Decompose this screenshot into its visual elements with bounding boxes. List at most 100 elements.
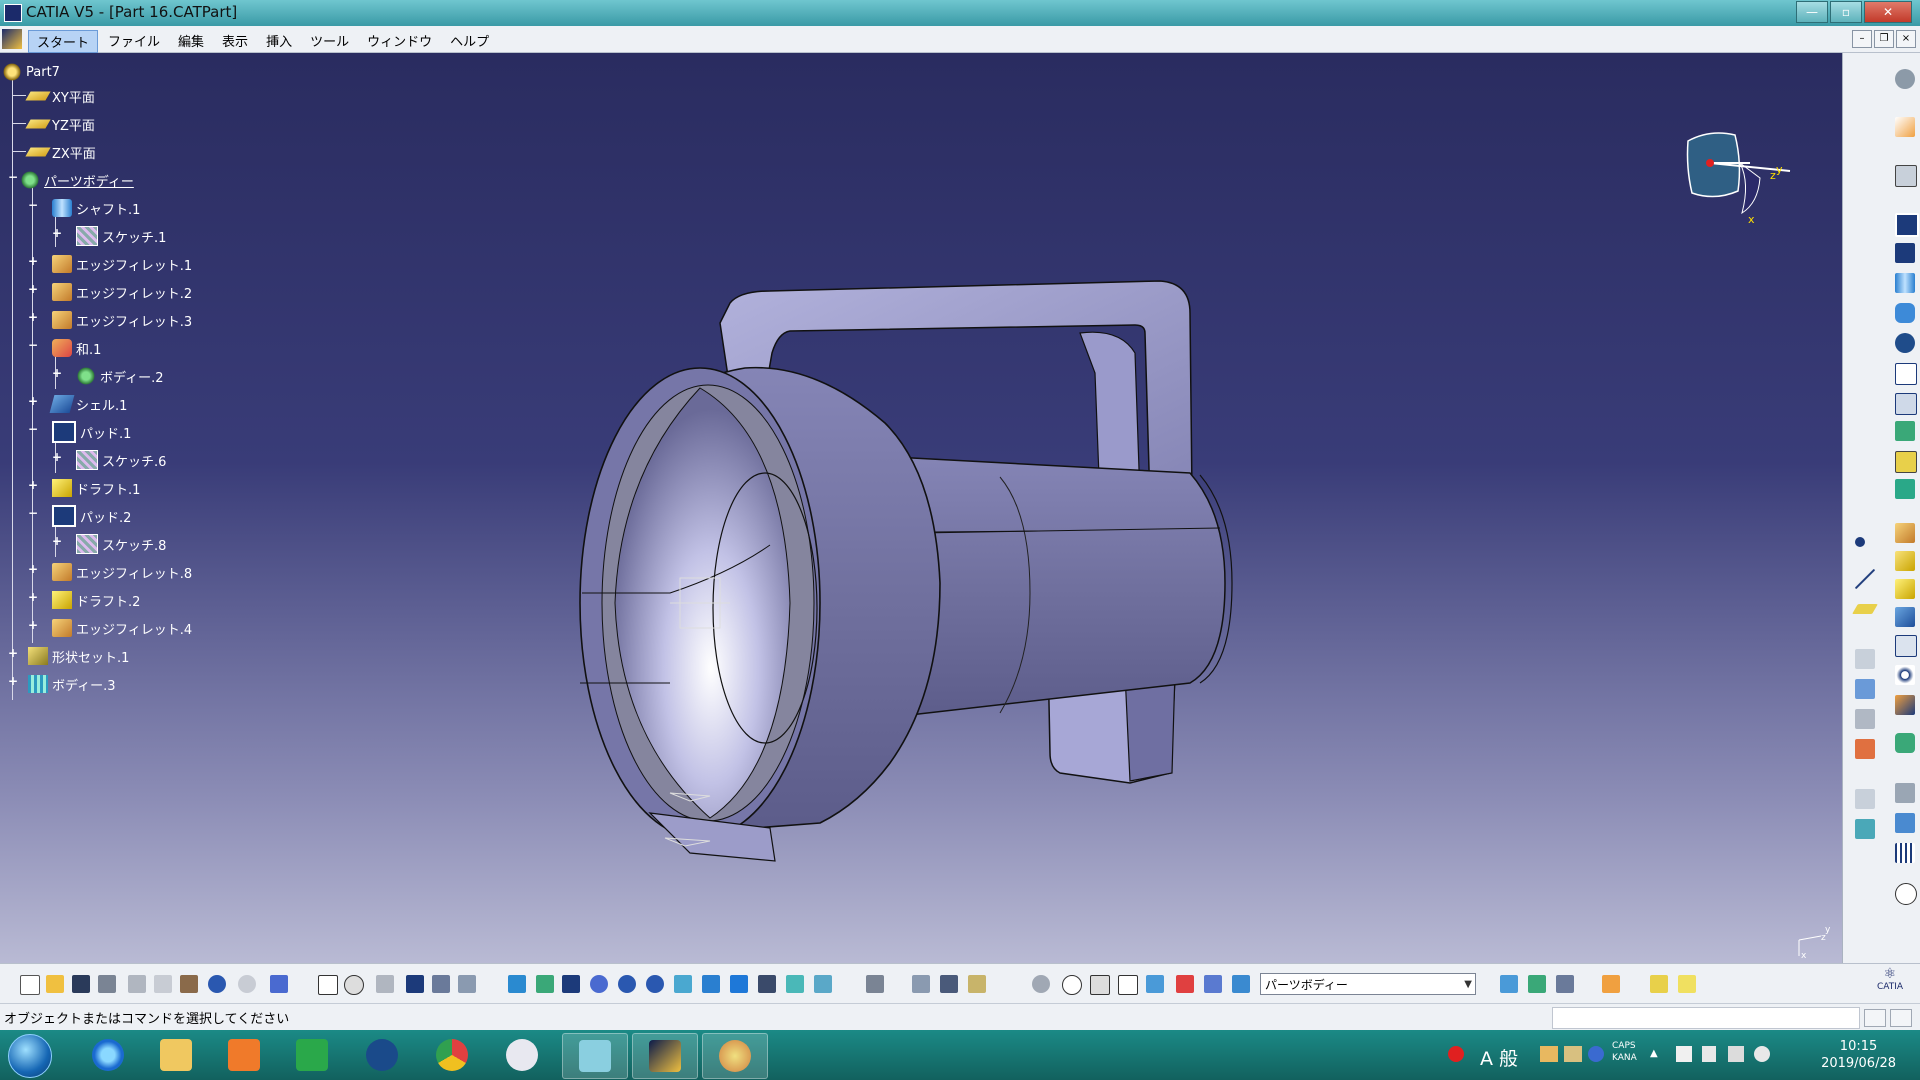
command-input[interactable] [1552, 1007, 1860, 1029]
collapse-icon[interactable]: − [28, 339, 38, 351]
thickness-icon[interactable] [1895, 635, 1917, 657]
axis-icon[interactable] [1090, 975, 1110, 995]
catia-app-icon[interactable] [2, 29, 22, 49]
tree-root[interactable]: Part7 [2, 61, 60, 83]
taskbar-snipping-tool[interactable] [490, 1033, 554, 1077]
ref-line-icon[interactable] [1855, 569, 1875, 589]
shading-icon[interactable] [758, 975, 776, 993]
pan-icon[interactable] [562, 975, 580, 993]
print-icon[interactable] [98, 975, 116, 993]
clock[interactable]: 10:15 2019/06/28 [1821, 1038, 1896, 1072]
status-button-2[interactable] [1890, 1009, 1912, 1027]
save-icon[interactable] [72, 975, 90, 993]
expand-icon[interactable]: + [52, 451, 62, 463]
menu-file[interactable]: ファイル [100, 30, 168, 53]
cut-icon[interactable] [128, 975, 146, 993]
insert-body-icon[interactable] [1500, 975, 1518, 993]
tree-item-pad-1[interactable]: パッド.1 [52, 421, 131, 443]
analysis-icon[interactable] [1855, 819, 1875, 839]
paste-icon[interactable] [180, 975, 198, 993]
rib-icon[interactable] [1895, 363, 1917, 385]
expand-icon[interactable]: + [52, 535, 62, 547]
doc-minimize-button[interactable]: – [1852, 30, 1872, 48]
3d-viewport[interactable]: Part7 XY平面 YZ平面 ZX平面 − パーツボディー − シャフト.1 … [0, 53, 1842, 963]
fit-all-icon[interactable] [536, 975, 554, 993]
expand-icon[interactable]: + [28, 283, 38, 295]
tree-item-shaft-1[interactable]: シャフト.1 [52, 197, 140, 219]
collapse-icon[interactable]: − [28, 199, 38, 211]
apply-material-toolbar-icon[interactable] [912, 975, 930, 993]
taskbar-paint[interactable] [702, 1033, 768, 1079]
grid-icon[interactable] [406, 975, 424, 993]
status-button-1[interactable] [1864, 1009, 1886, 1027]
normal-view-icon[interactable] [674, 975, 692, 993]
menu-insert[interactable]: 挿入 [258, 30, 300, 53]
doc-restore-button[interactable]: ❐ [1874, 30, 1894, 48]
expand-icon[interactable]: + [28, 591, 38, 603]
tree-item-sketch-1[interactable]: スケッチ.1 [76, 225, 166, 247]
tree-item-edge-fillet-4[interactable]: エッジフィレット.4 [52, 617, 192, 639]
part-model[interactable] [560, 213, 1260, 873]
minimize-button[interactable]: — [1796, 1, 1828, 23]
taskbar-media-player[interactable] [212, 1033, 276, 1077]
body-insert-icon[interactable] [1650, 975, 1668, 993]
tree-item-part-body[interactable]: パーツボディー [20, 169, 134, 191]
expand-icon[interactable]: + [28, 255, 38, 267]
tree-item-edge-fillet-2[interactable]: エッジフィレット.2 [52, 281, 192, 303]
expand-icon[interactable]: + [52, 227, 62, 239]
ime-indicator[interactable]: A 般 [1480, 1044, 1518, 1071]
pattern-icon[interactable] [1895, 843, 1915, 863]
open-folder-icon[interactable] [46, 975, 64, 993]
annotation-icon[interactable] [1855, 649, 1875, 669]
publish-icon[interactable] [940, 975, 958, 993]
tree-item-body-2[interactable]: ボディー.2 [76, 365, 164, 387]
menu-edit[interactable]: 編集 [170, 30, 212, 53]
expand-icon[interactable]: + [28, 395, 38, 407]
measure-icon[interactable] [1895, 695, 1915, 715]
translate-icon[interactable] [1895, 783, 1915, 803]
alert-icon[interactable] [1448, 1046, 1464, 1062]
tree-item-edge-fillet-3[interactable]: エッジフィレット.3 [52, 309, 192, 331]
shaft-icon[interactable] [1895, 273, 1915, 293]
draft-icon[interactable] [1895, 579, 1915, 599]
hybrid-body-icon[interactable] [1556, 975, 1574, 993]
taskbar-internet-explorer[interactable] [76, 1033, 140, 1077]
catia-window-icon[interactable] [4, 4, 22, 22]
remove-loft-icon[interactable] [1895, 479, 1915, 499]
pocket-icon[interactable] [1895, 243, 1915, 263]
collapse-icon[interactable]: − [28, 507, 38, 519]
tree-item-xy-plane[interactable]: XY平面 [25, 85, 95, 107]
axis-system-icon[interactable] [1855, 679, 1875, 699]
tree-item-sketch-6[interactable]: スケッチ.6 [76, 449, 166, 471]
ref-point-icon[interactable] [1855, 537, 1865, 547]
scan-icon[interactable] [1855, 739, 1875, 759]
redo-icon[interactable] [238, 975, 256, 993]
show-hidden-icons-icon[interactable]: ▲ [1650, 1048, 1658, 1059]
expand-icon[interactable]: + [28, 311, 38, 323]
measure-item-icon[interactable] [968, 975, 986, 993]
expand-icon[interactable]: + [28, 479, 38, 491]
expand-icon[interactable]: + [8, 647, 18, 659]
geometric-set-icon[interactable] [1528, 975, 1546, 993]
zoom-out-icon[interactable] [646, 975, 664, 993]
ime-dictionary-icon[interactable] [1540, 1046, 1558, 1062]
fly-mode-icon[interactable] [508, 975, 526, 993]
list-icon[interactable] [1204, 975, 1222, 993]
pad-icon[interactable] [1895, 213, 1919, 237]
swap-space-icon[interactable] [814, 975, 832, 993]
undo-icon[interactable] [208, 975, 226, 993]
tree-item-geometrical-set-1[interactable]: 形状セット.1 [28, 645, 129, 667]
copy-icon[interactable] [154, 975, 172, 993]
body-in-work-icon[interactable] [1146, 975, 1164, 993]
taskbar-notepad-app[interactable] [562, 1033, 628, 1079]
tree-item-zx-plane[interactable]: ZX平面 [25, 141, 96, 163]
action-center-icon[interactable] [1676, 1046, 1692, 1062]
stiffener-icon[interactable] [1895, 421, 1915, 441]
new-file-icon[interactable] [20, 975, 40, 995]
zoom-in-icon[interactable] [618, 975, 636, 993]
design-table-icon[interactable] [376, 975, 394, 993]
hand-icon[interactable] [1062, 975, 1082, 995]
tree-item-edge-fillet-1[interactable]: エッジフィレット.1 [52, 253, 192, 275]
maximize-button[interactable]: ▫ [1830, 1, 1862, 23]
flag-note-icon[interactable] [866, 975, 884, 993]
